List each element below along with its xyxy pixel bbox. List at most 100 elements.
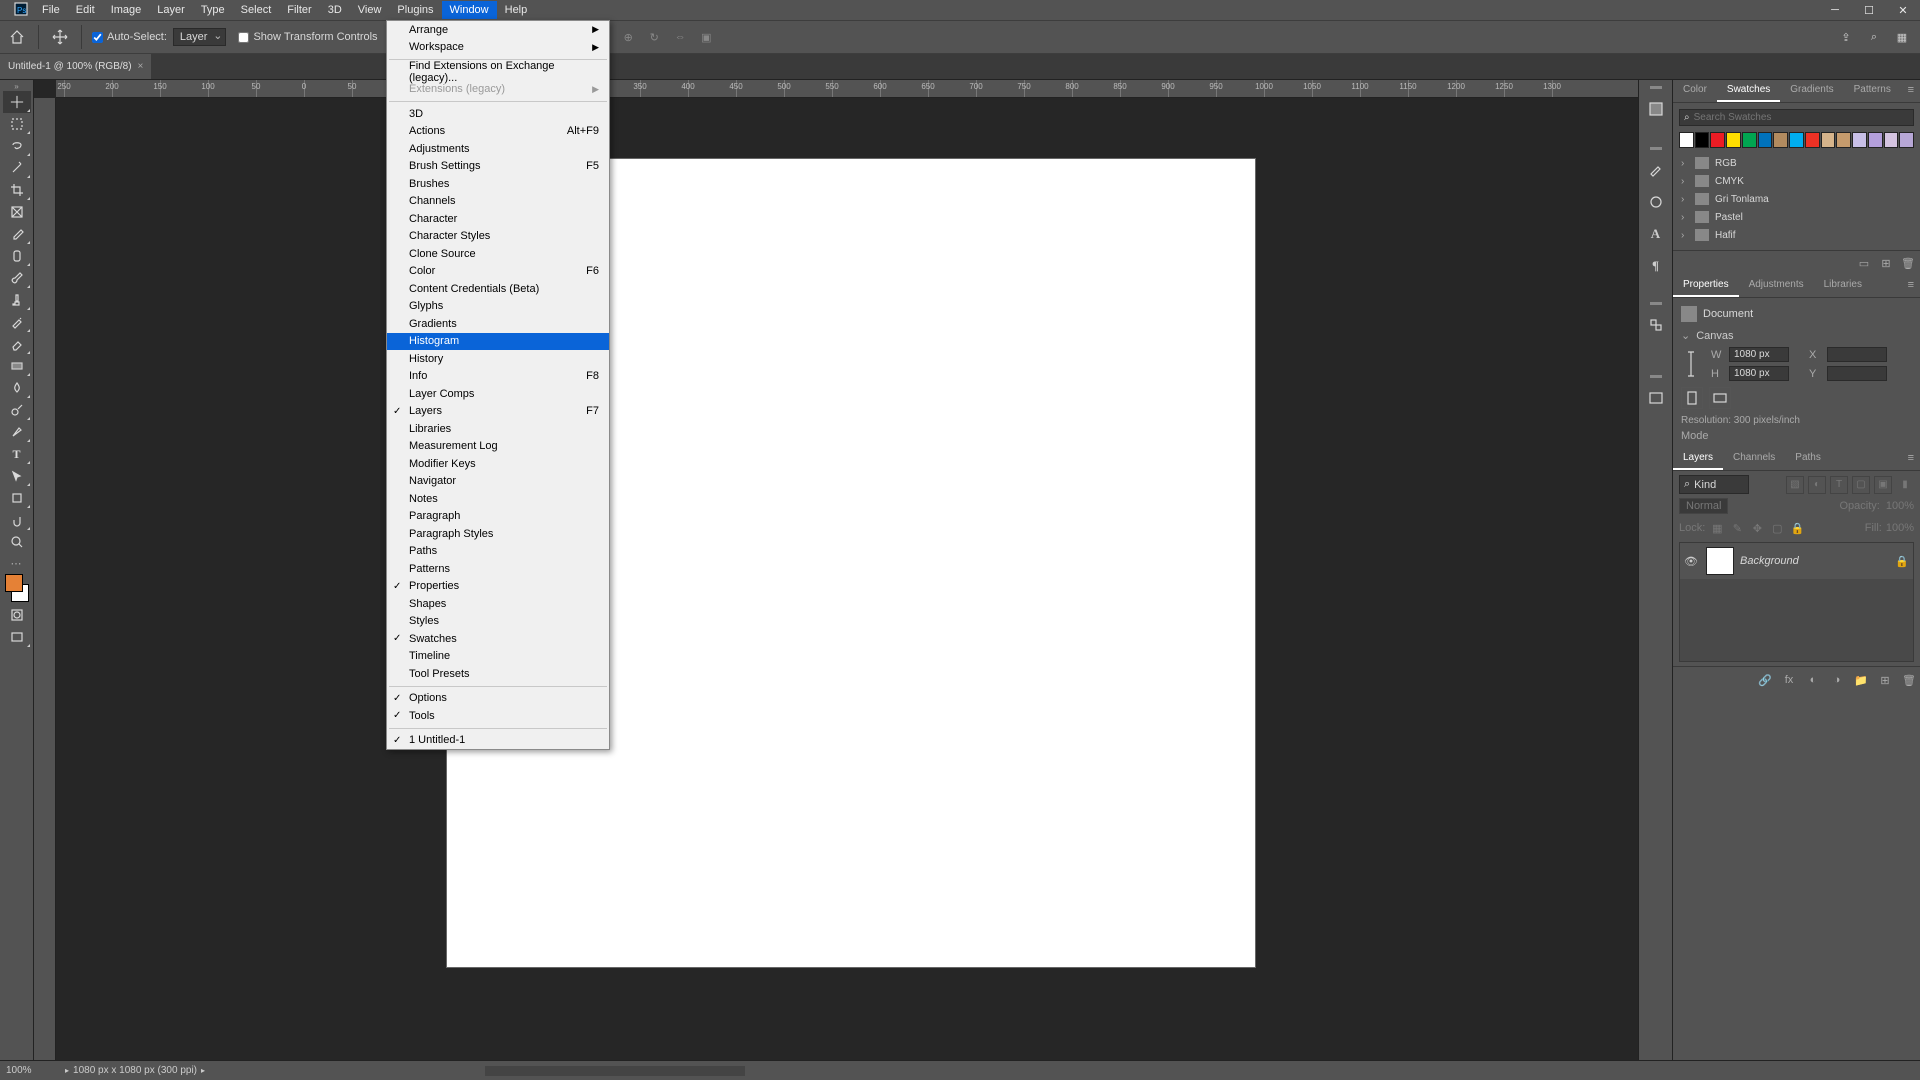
menu-item-content-credentials-beta-[interactable]: Content Credentials (Beta) — [387, 280, 609, 298]
home-button[interactable] — [0, 20, 34, 54]
screenmode-tool[interactable] — [3, 626, 31, 648]
frame-tool[interactable] — [3, 201, 31, 223]
menu-select[interactable]: Select — [233, 1, 280, 19]
logo-icon[interactable]: Ps — [8, 2, 34, 19]
menu-item-clone-source[interactable]: Clone Source — [387, 245, 609, 263]
menu-item-styles[interactable]: Styles — [387, 613, 609, 631]
menu-edit[interactable]: Edit — [68, 1, 103, 19]
blur-tool[interactable] — [3, 377, 31, 399]
lock-move-icon[interactable]: ✥ — [1749, 520, 1765, 536]
tab-properties[interactable]: Properties — [1673, 275, 1739, 297]
tab-libraries[interactable]: Libraries — [1814, 275, 1872, 297]
swatch[interactable] — [1695, 132, 1710, 148]
ruler-horizontal[interactable]: 2502001501005005010015020025030035040045… — [56, 80, 1638, 98]
link-layers-icon[interactable]: 🔗 — [1756, 671, 1774, 689]
menu-file[interactable]: File — [34, 1, 68, 19]
auto-select-target[interactable]: Layer — [173, 28, 227, 46]
tab-layers[interactable]: Layers — [1673, 448, 1723, 470]
swatch-group[interactable]: ›CMYK — [1679, 172, 1914, 190]
brush-settings-icon[interactable] — [1642, 188, 1670, 216]
layer-row[interactable]: 👁 Background 🔒 — [1680, 543, 1913, 579]
move-tool[interactable] — [3, 91, 31, 113]
swatch[interactable] — [1852, 132, 1867, 148]
ruler-vertical[interactable] — [34, 98, 56, 1060]
zoom-level[interactable]: 100% — [6, 1065, 61, 1076]
glyphs-panel-icon[interactable]: ¶ — [1642, 252, 1670, 280]
menu-window[interactable]: Window — [442, 1, 497, 19]
pen-tool[interactable] — [3, 421, 31, 443]
paragraph-panel-icon[interactable]: A — [1642, 220, 1670, 248]
menu-item-workspace[interactable]: Workspace▶ — [387, 39, 609, 57]
marquee-tool[interactable] — [3, 113, 31, 135]
menu-item-arrange[interactable]: Arrange▶ — [387, 21, 609, 39]
color-swap[interactable] — [3, 572, 31, 604]
layer-mask-icon[interactable]: ◐ — [1804, 671, 1822, 689]
menu-item-properties[interactable]: ✓Properties — [387, 578, 609, 596]
swatch[interactable] — [1742, 132, 1757, 148]
swatch[interactable] — [1789, 132, 1804, 148]
history-brush-tool[interactable] — [3, 311, 31, 333]
swatches-search[interactable]: ⌕ — [1679, 109, 1914, 126]
tab-patterns[interactable]: Patterns — [1844, 80, 1901, 102]
fill-adjust-icon[interactable]: ◑ — [1828, 671, 1846, 689]
orientation-portrait[interactable] — [1681, 387, 1703, 409]
menu-image[interactable]: Image — [103, 1, 150, 19]
tool-overflow-icon[interactable]: ⋯ — [11, 557, 23, 570]
3d-roll-icon[interactable]: ↻ — [644, 27, 664, 47]
menu-item-brushes[interactable]: Brushes — [387, 175, 609, 193]
canvas-width-input[interactable] — [1729, 347, 1789, 362]
filter-toggle[interactable]: ▮ — [1896, 476, 1914, 494]
menu-item-channels[interactable]: Channels — [387, 193, 609, 211]
document-tab[interactable]: Untitled-1 @ 100% (RGB/8) × — [0, 54, 151, 79]
canvas-section-label[interactable]: Canvas — [1696, 330, 1733, 342]
swatch[interactable] — [1679, 132, 1694, 148]
lock-position-icon[interactable]: ✎ — [1729, 520, 1745, 536]
dodge-tool[interactable] — [3, 399, 31, 421]
menu-layer[interactable]: Layer — [149, 1, 193, 19]
close-button[interactable]: ✕ — [1886, 0, 1920, 20]
lasso-tool[interactable] — [3, 135, 31, 157]
canvas-height-input[interactable] — [1729, 366, 1789, 381]
filter-shape-icon[interactable]: ▢ — [1852, 476, 1870, 494]
brush-tool[interactable] — [3, 267, 31, 289]
menu-item-notes[interactable]: Notes — [387, 490, 609, 508]
swatch-group[interactable]: ›Hafif — [1679, 226, 1914, 244]
layer-thumbnail[interactable] — [1706, 547, 1734, 575]
hand-tool[interactable] — [3, 509, 31, 531]
minimize-button[interactable]: ─ — [1818, 0, 1852, 20]
swatch[interactable] — [1710, 132, 1725, 148]
layer-name[interactable]: Background — [1740, 555, 1799, 567]
menu-item-layers[interactable]: ✓LayersF7 — [387, 403, 609, 421]
menu-item-swatches[interactable]: ✓Swatches — [387, 630, 609, 648]
menu-item-adjustments[interactable]: Adjustments — [387, 140, 609, 158]
search-icon[interactable]: ⌕ — [1864, 27, 1884, 47]
info-caret-icon[interactable]: ▸ — [201, 1066, 205, 1075]
quick-mask-tool[interactable] — [3, 604, 31, 626]
menu-item-history[interactable]: History — [387, 350, 609, 368]
swatch[interactable] — [1821, 132, 1836, 148]
doc-info[interactable]: 1080 px x 1080 px (300 ppi) — [73, 1065, 197, 1076]
menu-item-histogram[interactable]: Histogram — [387, 333, 609, 351]
heal-tool[interactable] — [3, 245, 31, 267]
menu-item-shapes[interactable]: Shapes — [387, 595, 609, 613]
tab-color[interactable]: Color — [1673, 80, 1717, 102]
swatch[interactable] — [1805, 132, 1820, 148]
lock-icon[interactable]: 🔒 — [1895, 555, 1909, 568]
maximize-button[interactable]: ☐ — [1852, 0, 1886, 20]
zoom-caret-icon[interactable]: ▸ — [65, 1066, 69, 1075]
menu-item-options[interactable]: ✓Options — [387, 690, 609, 708]
menu-3d[interactable]: 3D — [320, 1, 350, 19]
3d-slide-icon[interactable]: ⇔ — [670, 27, 690, 47]
menu-item-layer-comps[interactable]: Layer Comps — [387, 385, 609, 403]
eraser-tool[interactable] — [3, 333, 31, 355]
menu-item-glyphs[interactable]: Glyphs — [387, 298, 609, 316]
eyedropper-tool[interactable] — [3, 223, 31, 245]
menu-item-tool-presets[interactable]: Tool Presets — [387, 665, 609, 683]
orientation-landscape[interactable] — [1709, 387, 1731, 409]
delete-layer-icon[interactable]: 🗑 — [1900, 671, 1918, 689]
shape-tool[interactable] — [3, 487, 31, 509]
show-transform-checkbox[interactable]: Show Transform Controls — [232, 31, 383, 43]
tab-adjustments[interactable]: Adjustments — [1739, 275, 1814, 297]
swatch[interactable] — [1726, 132, 1741, 148]
filter-adjust-icon[interactable]: ◐ — [1808, 476, 1826, 494]
